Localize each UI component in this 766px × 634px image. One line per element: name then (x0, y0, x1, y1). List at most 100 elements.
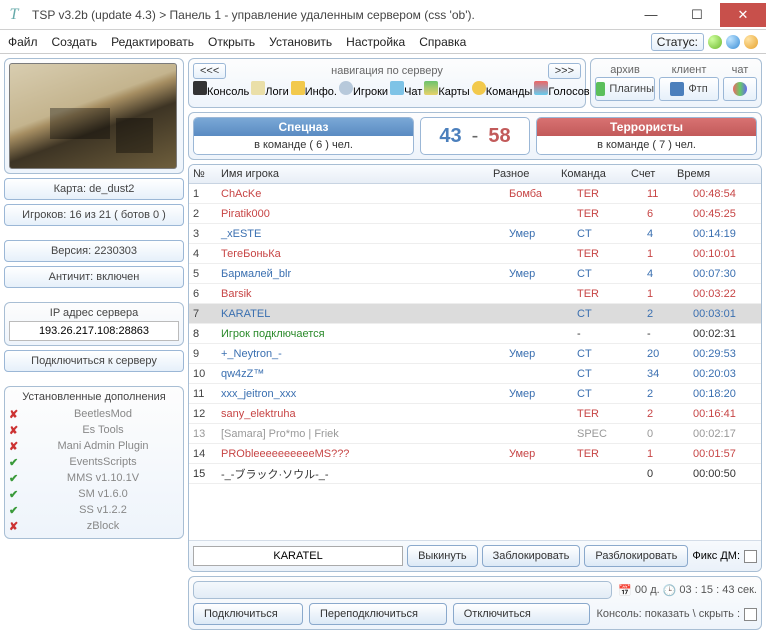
plugins-button[interactable]: Плагины (595, 77, 655, 101)
connect-button[interactable]: Подключиться (193, 603, 303, 625)
anticheat-button[interactable]: Античит: включен (4, 266, 184, 288)
table-row[interactable]: 8Игрок подключается--00:02:31 (189, 324, 761, 344)
status-blue-icon[interactable] (726, 35, 740, 49)
table-row[interactable]: 7KARATELCT200:03:01 (189, 304, 761, 324)
minimize-button[interactable]: — (628, 3, 674, 27)
unban-button[interactable]: Разблокировать (584, 545, 688, 567)
addon-name: Es Tools (27, 424, 179, 436)
close-button[interactable]: ✕ (720, 3, 766, 27)
status-orange-icon[interactable] (744, 35, 758, 49)
check-icon: ✔ (9, 504, 21, 517)
clock-icon: 🕒 (663, 584, 677, 597)
actions-row: Выкинуть Заблокировать Разблокировать Фи… (189, 540, 761, 571)
ip-value[interactable]: 193.26.217.108:28863 (9, 321, 179, 341)
fixdm-checkbox[interactable] (744, 550, 757, 563)
team-t-box[interactable]: Террористы в команде ( 7 ) чел. (536, 117, 757, 155)
ftp-button[interactable]: Фтп (659, 77, 719, 101)
kick-button[interactable]: Выкинуть (407, 545, 478, 567)
table-row[interactable]: 15-_-ブラック·ソウル-_-000:00:50 (189, 464, 761, 484)
menu-open[interactable]: Открыть (208, 35, 255, 49)
status-button[interactable]: Статус: (651, 33, 704, 51)
table-header[interactable]: № Имя игрока Разное Команда Счет Время (189, 165, 761, 184)
archive-block: архив Плагины (595, 63, 655, 103)
maximize-button[interactable]: ☐ (674, 3, 720, 27)
players-count-button[interactable]: Игроков: 16 из 21 ( ботов 0 ) (4, 204, 184, 226)
addon-name: SS v1.2.2 (27, 504, 179, 516)
table-row[interactable]: 5Бармалей_blrУмерCT400:07:30 (189, 264, 761, 284)
voting-icon (534, 81, 548, 95)
ftp-icon (670, 82, 684, 96)
table-row[interactable]: 11xxx_jeitron_xxxУмерCT200:18:20 (189, 384, 761, 404)
addon-name: SM v1.6.0 (27, 488, 179, 500)
nav-chat[interactable]: Чат (390, 81, 422, 103)
nav-next-button[interactable]: >>> (548, 63, 581, 79)
table-row[interactable]: 6BarsikTER100:03:22 (189, 284, 761, 304)
nav-console[interactable]: Консоль (193, 81, 249, 103)
players-table: № Имя игрока Разное Команда Счет Время 1… (188, 164, 762, 572)
check-icon: ✔ (9, 456, 21, 469)
addons-head: Установленные дополнения (9, 391, 179, 403)
cross-icon: ✘ (9, 520, 21, 533)
map-name-button[interactable]: Карта: de_dust2 (4, 178, 184, 200)
nav-players[interactable]: Игроки (339, 81, 388, 103)
teams-icon (472, 81, 486, 95)
addon-name: EventsScripts (27, 456, 179, 468)
table-row[interactable]: 10qw4zZ™CT3400:20:03 (189, 364, 761, 384)
version-button[interactable]: Версия: 2230303 (4, 240, 184, 262)
addon-row: ✔ SS v1.2.2 (9, 502, 179, 518)
chat-block: чат (723, 63, 757, 103)
addon-row: ✘zBlock (9, 518, 179, 534)
reconnect-button[interactable]: Переподключиться (309, 603, 447, 625)
console-toggle-checkbox[interactable] (744, 608, 757, 621)
check-icon: ✔ (9, 472, 21, 485)
addon-row: ✔ MMS v1.10.1V (9, 470, 179, 486)
titlebar: T TSP v3.2b (update 4.3) > Панель 1 - уп… (0, 0, 766, 30)
progress-bar (193, 581, 612, 599)
table-row[interactable]: 12sany_elektruhaTER200:16:41 (189, 404, 761, 424)
menu-file[interactable]: Файл (8, 35, 38, 49)
table-row[interactable]: 2Piratik000TER600:45:25 (189, 204, 761, 224)
ban-button[interactable]: Заблокировать (482, 545, 581, 567)
table-row[interactable]: 14PRObleeeeeeeeeeMS???УмерTER100:01:57 (189, 444, 761, 464)
menu-settings[interactable]: Настройка (346, 35, 405, 49)
table-row[interactable]: 1ChAcKeБомбаTER1100:48:54 (189, 184, 761, 204)
teams-panel: Спецназ в команде ( 6 ) чел. 43 - 58 Тер… (188, 112, 762, 160)
app-icon: T (0, 1, 28, 29)
status-green-icon[interactable] (708, 35, 722, 49)
team-ct-box[interactable]: Спецназ в команде ( 6 ) чел. (193, 117, 414, 155)
addon-name: MMS v1.10.1V (27, 472, 179, 484)
nav-info[interactable]: Инфо. (291, 81, 337, 103)
addon-row: ✘BeetlesMod (9, 406, 179, 422)
cross-icon: ✘ (9, 440, 21, 453)
nav-logs[interactable]: Логи (251, 81, 289, 103)
nav-maps[interactable]: Карты (424, 81, 469, 103)
addon-name: BeetlesMod (27, 408, 179, 420)
nav-prev-button[interactable]: <<< (193, 63, 226, 79)
table-row[interactable]: 3_xESTEУмерCT400:14:19 (189, 224, 761, 244)
addon-row: ✔ EventsScripts (9, 454, 179, 470)
menu-edit[interactable]: Редактировать (111, 35, 194, 49)
ip-panel: IP адрес сервера 193.26.217.108:28863 (4, 302, 184, 346)
table-row[interactable]: 13[Samara] Pro*mo | FriekSPEC000:02:17 (189, 424, 761, 444)
table-row[interactable]: 9+_Neytron_-УмерCT2000:29:53 (189, 344, 761, 364)
menubar: Файл Создать Редактировать Открыть Устан… (0, 30, 766, 54)
console-toggle-group: Консоль: показать \ скрыть : (596, 608, 757, 621)
bottom-panel: 📅 00 д. 🕒 03 : 15 : 43 сек. Подключиться… (188, 576, 762, 630)
score-ct: 43 (439, 125, 461, 148)
cross-icon: ✘ (9, 424, 21, 437)
nav-teams[interactable]: Команды (472, 81, 533, 103)
score-box: 43 - 58 (420, 117, 530, 155)
menu-help[interactable]: Справка (419, 35, 466, 49)
menu-install[interactable]: Установить (269, 35, 332, 49)
table-body[interactable]: 1ChAcKeБомбаTER1100:48:542Piratik000TER6… (189, 184, 761, 540)
map-panel (4, 58, 184, 174)
table-row[interactable]: 4ТегеБоньКаTER100:10:01 (189, 244, 761, 264)
addon-row: ✘Mani Admin Plugin (9, 438, 179, 454)
disconnect-button[interactable]: Отключиться (453, 603, 591, 625)
connect-server-button[interactable]: Подключиться к серверу (4, 350, 184, 372)
selected-player-input[interactable] (193, 546, 403, 566)
menu-create[interactable]: Создать (52, 35, 98, 49)
chat-button[interactable] (723, 77, 757, 101)
info-icon (291, 81, 305, 95)
nav-title: навигация по серверу (230, 65, 543, 77)
